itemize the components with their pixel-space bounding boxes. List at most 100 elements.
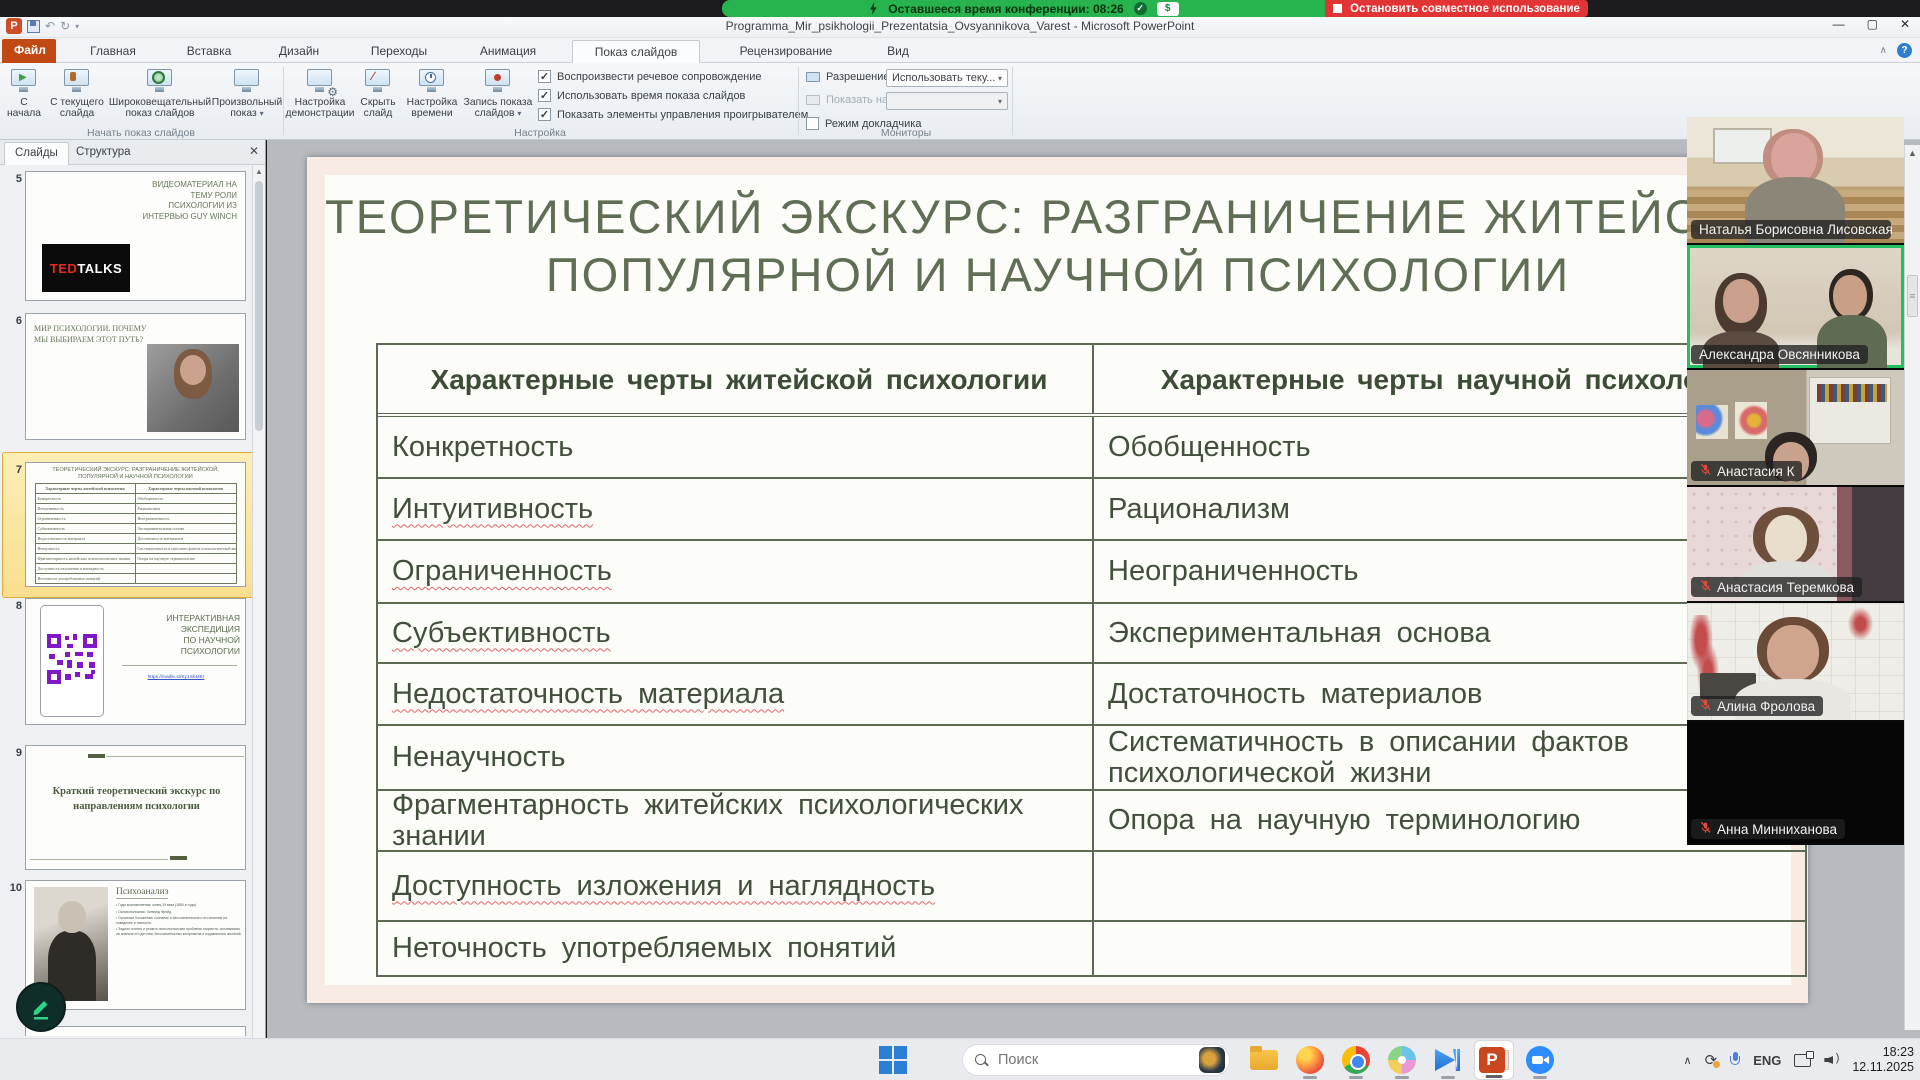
- taskbar-app-file-explorer[interactable]: [1244, 1040, 1284, 1080]
- table-cell-left[interactable]: Неточность употребляемых понятий: [378, 922, 1094, 975]
- rehearse-timings-button[interactable]: Настройка времени: [403, 66, 461, 126]
- record-slideshow-button[interactable]: Запись показа слайдов ▾: [463, 66, 533, 126]
- table-cell-left[interactable]: Субъективность: [378, 604, 1094, 662]
- minimize-ribbon-icon[interactable]: ∧: [1880, 45, 1887, 56]
- table-row: Неточность употребляемых понятий: [378, 920, 1805, 975]
- table-cell-right[interactable]: [1094, 852, 1805, 920]
- scroll-up-icon[interactable]: ▲: [253, 165, 265, 176]
- resolution-dropdown[interactable]: Использовать теку... ▾: [886, 69, 1008, 87]
- table-cell-right[interactable]: [1094, 922, 1805, 975]
- setup-slideshow-button[interactable]: ⚙ Настройка демонстрации: [287, 66, 353, 126]
- participant-video-6[interactable]: Анна Минниханова: [1687, 722, 1904, 845]
- minimize-button[interactable]: —: [1833, 17, 1845, 31]
- ribbon-tab-анимация[interactable]: Анимация: [460, 40, 556, 63]
- participant-name-pill: Наталья Борисовна Лисовская: [1691, 220, 1891, 239]
- scrollbar-grip[interactable]: ≡: [1907, 275, 1918, 317]
- close-button[interactable]: ✕: [1900, 17, 1910, 31]
- slide-thumbnail-8[interactable]: ИНТЕРАКТИВНАЯЭКСПЕДИЦИЯПО НАУЧНОЙПСИХОЛО…: [25, 598, 246, 725]
- speaker-icon[interactable]: [1824, 1053, 1839, 1067]
- table-row: СубъективностьЭкспериментальная основа: [378, 602, 1805, 662]
- document-scrollbar[interactable]: ▲ ≡: [1904, 145, 1920, 1030]
- mic-off-icon: [1699, 698, 1712, 711]
- window-title: Programma_Mir_psikhologii_Prezentatsia_O…: [0, 19, 1920, 33]
- ribbon-tab-дизайн[interactable]: Дизайн: [260, 40, 338, 63]
- taskbar-app-firefox[interactable]: [1290, 1040, 1330, 1080]
- search-box[interactable]: [962, 1044, 1230, 1076]
- broadcast-slideshow-button[interactable]: Широковещательный показ слайдов: [108, 66, 212, 126]
- ribbon-tab-переходы[interactable]: Переходы: [350, 40, 448, 63]
- taskbar-app-media-player[interactable]: [1428, 1040, 1468, 1080]
- table-cell-left[interactable]: Недостаточность материала: [378, 664, 1094, 724]
- update-sync-icon[interactable]: ⟳: [1705, 1051, 1718, 1069]
- custom-slideshow-button[interactable]: Произвольный показ ▾: [214, 66, 280, 126]
- button-label: С текущего слайда: [48, 97, 106, 119]
- search-input[interactable]: [996, 1051, 1191, 1069]
- ribbon-tab-вид[interactable]: Вид: [872, 40, 924, 63]
- ribbon-checkbox[interactable]: ✓Показать элементы управления проигрыват…: [538, 108, 808, 121]
- hide-slide-button[interactable]: ∕ Скрыть слайд: [355, 66, 401, 126]
- table-cell-left[interactable]: Ограниченность: [378, 541, 1094, 602]
- monitor-icon: [806, 72, 820, 82]
- table-cell-left[interactable]: Фрагментарность житейских психологически…: [378, 791, 1094, 850]
- annotation-pencil-button[interactable]: [16, 982, 66, 1032]
- language-indicator[interactable]: ENG: [1753, 1053, 1781, 1068]
- table-row: ИнтуитивностьРационализм: [378, 477, 1805, 539]
- bolt-icon: [868, 2, 878, 15]
- ribbon-tab-рецензирование[interactable]: Рецензирование: [712, 40, 860, 63]
- cell-text: Фрагментарность житейских психологически…: [392, 790, 1086, 852]
- scrollbar-thumb[interactable]: [255, 181, 263, 431]
- table-cell-left[interactable]: Конкретность: [378, 417, 1094, 477]
- search-highlight-image[interactable]: [1199, 1047, 1225, 1073]
- from-beginning-button[interactable]: ▶ С начала: [2, 66, 46, 126]
- show-on-dropdown[interactable]: ▾: [886, 92, 1008, 110]
- participant-video-1[interactable]: Наталья Борисовна Лисовская: [1687, 117, 1904, 245]
- slides-panel-scrollbar[interactable]: ▲: [252, 165, 265, 1038]
- button-label: Запись показа слайдов: [464, 97, 533, 119]
- table-cell-left[interactable]: Интуитивность: [378, 479, 1094, 539]
- participant-video-3[interactable]: Анастасия К: [1687, 370, 1904, 487]
- slide-table[interactable]: Характерные черты житейской психологии Х…: [376, 343, 1807, 977]
- table-cell-left[interactable]: Доступность изложения и наглядность: [378, 852, 1094, 920]
- ribbon-tab-file[interactable]: Файл: [2, 39, 56, 63]
- ribbon-checkbox[interactable]: ✓Использовать время показа слайдов: [538, 89, 745, 102]
- start-button[interactable]: [878, 1045, 908, 1075]
- slide-thumbnail-partial[interactable]: [25, 1026, 246, 1036]
- ribbon-tab-главная[interactable]: Главная: [68, 40, 158, 63]
- slide-thumbnail-5[interactable]: ВИДЕОМАТЕРИАЛ НАТЕМУ РОЛИПСИХОЛОГИИ ИЗИН…: [25, 171, 246, 301]
- scroll-up-icon[interactable]: ▲: [1905, 145, 1920, 158]
- maximize-button[interactable]: ▢: [1867, 17, 1878, 31]
- stop-sharing-button[interactable]: Остановить совместное использование: [1325, 0, 1588, 17]
- slide-thumbnail-7[interactable]: ТЕОРЕТИЧЕСКИЙ ЭКСКУРС: РАЗГРАНИЧЕНИЕ ЖИТ…: [25, 462, 246, 587]
- taskbar-app-chrome[interactable]: [1336, 1040, 1376, 1080]
- tab-slides[interactable]: Слайды: [4, 142, 69, 165]
- slide-title-line1: ТЕОРЕТИЧЕСКИЙ ЭКСКУРС: РАЗГРАНИЧЕНИЕ ЖИТ…: [325, 188, 1791, 246]
- from-current-slide-button[interactable]: С текущего слайда: [48, 66, 106, 126]
- group-label-monitors: Мониторы: [881, 127, 931, 139]
- help-icon[interactable]: ?: [1897, 43, 1912, 58]
- firefox-icon: [1296, 1046, 1324, 1074]
- media-player-icon: [1435, 1047, 1461, 1073]
- participant-video-2[interactable]: Александра Овсянникова: [1687, 245, 1904, 370]
- table-cell-left[interactable]: Ненаучность: [378, 726, 1094, 789]
- ribbon-tab-показ-слайдов[interactable]: Показ слайдов: [572, 40, 700, 63]
- slide-number: 6: [6, 315, 22, 327]
- slide-thumbnail-9[interactable]: Краткий теоретический экскурс по направл…: [25, 745, 246, 870]
- microphone-icon[interactable]: [1730, 1052, 1740, 1068]
- participant-name: Анастасия К: [1717, 464, 1794, 479]
- ribbon-checkbox[interactable]: ✓Воспроизвести речевое сопровождение: [538, 70, 762, 83]
- slide-thumbnail-6[interactable]: МИР ПСИХОЛОГИИ. ПОЧЕМУ МЫ ВЫБИРАЕМ ЭТОТ …: [25, 313, 246, 440]
- ribbon-tab-вставка[interactable]: Вставка: [170, 40, 248, 63]
- checkbox-icon: ✓: [538, 70, 551, 83]
- taskbar-app-zoom[interactable]: [1520, 1040, 1560, 1080]
- taskbar-app-powerpoint[interactable]: P: [1474, 1040, 1514, 1080]
- close-panel-icon[interactable]: ✕: [249, 144, 259, 158]
- tab-outline[interactable]: Структура: [66, 142, 141, 165]
- taskbar-app-paint[interactable]: [1382, 1040, 1422, 1080]
- stop-icon: [1333, 4, 1342, 13]
- network-display-icon[interactable]: [1794, 1054, 1811, 1067]
- tray-chevron-up-icon[interactable]: ∧: [1684, 1054, 1692, 1067]
- slide-title[interactable]: ТЕОРЕТИЧЕСКИЙ ЭКСКУРС: РАЗГРАНИЧЕНИЕ ЖИТ…: [325, 188, 1791, 304]
- participant-video-5[interactable]: Алина Фролова: [1687, 603, 1904, 722]
- clock[interactable]: 18:23 12.11.2025: [1852, 1045, 1914, 1075]
- participant-video-4[interactable]: Анастасия Теремкова: [1687, 487, 1904, 603]
